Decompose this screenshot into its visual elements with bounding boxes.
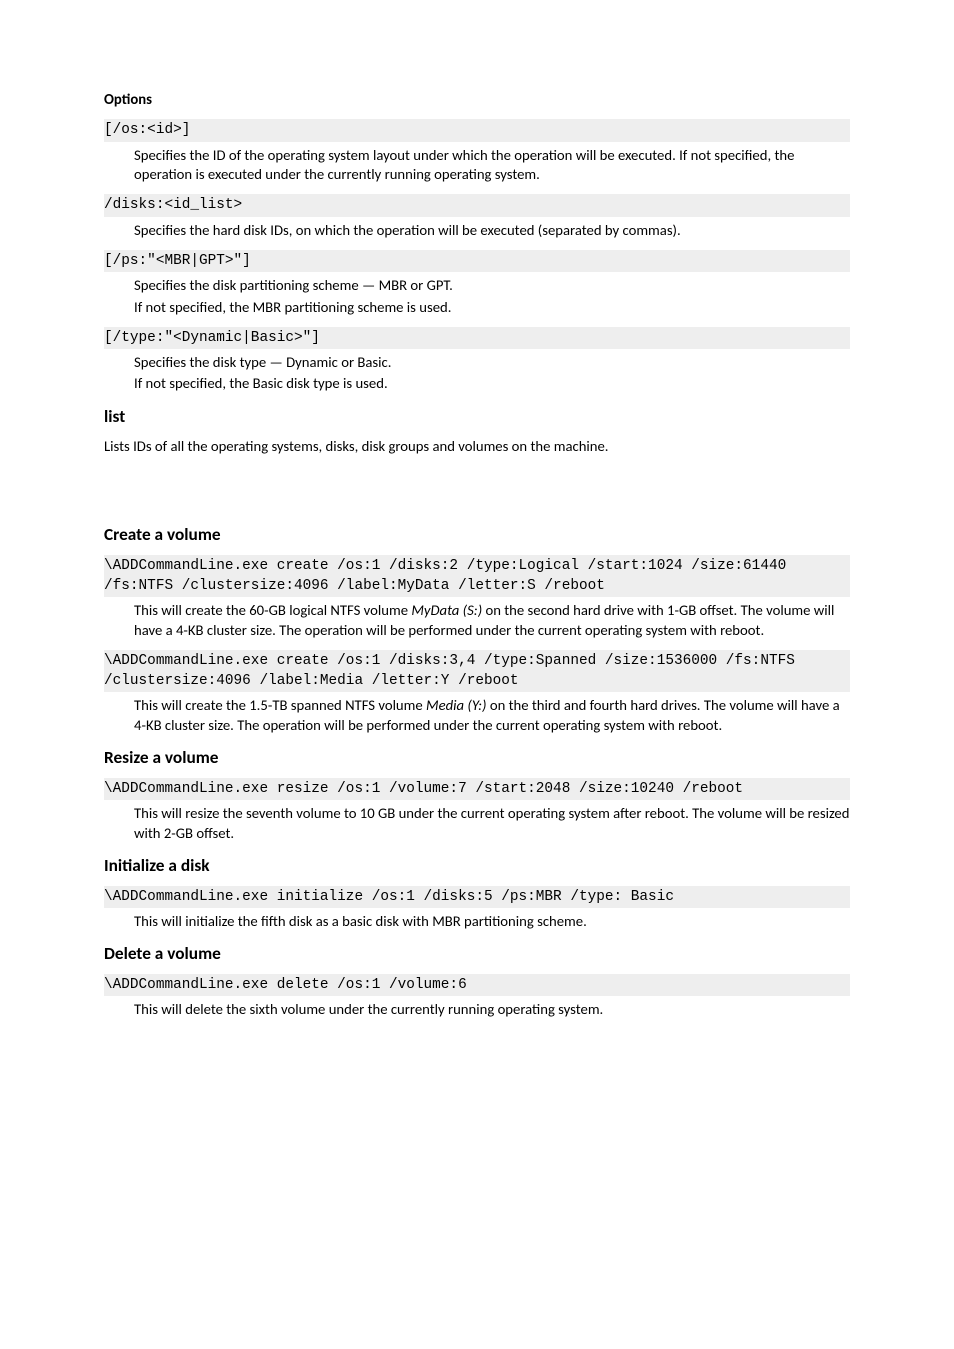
text: Specifies the ID of the operating system… <box>134 146 850 185</box>
text: Specifies the disk partitioning scheme —… <box>134 276 850 295</box>
text: If not specified, the Basic disk type is… <box>134 374 850 393</box>
create-desc-1: This will create the 60-GB logical NTFS … <box>134 601 850 640</box>
option-code-os: [/os:<id>] <box>104 119 850 141</box>
initialize-desc: This will initialize the fifth disk as a… <box>134 912 850 931</box>
create-code-2: \ADDCommandLine.exe create /os:1 /disks:… <box>104 650 850 692</box>
text: This will create the 1.5-TB spanned NTFS… <box>134 696 850 735</box>
create-heading: Create a volume <box>104 524 850 547</box>
resize-desc: This will resize the seventh volume to 1… <box>134 804 850 843</box>
option-code-ps: [/ps:"<MBR|GPT>"] <box>104 250 850 272</box>
list-heading: list <box>104 406 850 429</box>
text: Specifies the hard disk IDs, on which th… <box>134 221 850 240</box>
option-desc-ps: Specifies the disk partitioning scheme —… <box>134 276 850 317</box>
option-desc-disks: Specifies the hard disk IDs, on which th… <box>134 221 850 240</box>
text-em: Media (Y:) <box>426 696 487 714</box>
text: This will create the 60-GB logical NTFS … <box>134 601 850 640</box>
text-pre: This will create the 1.5-TB spanned NTFS… <box>134 696 426 714</box>
text-em: MyData (S:) <box>411 601 482 619</box>
delete-code: \ADDCommandLine.exe delete /os:1 /volume… <box>104 974 850 996</box>
text-pre: This will create the 60-GB logical NTFS … <box>134 601 411 619</box>
option-desc-os: Specifies the ID of the operating system… <box>134 146 850 185</box>
list-body: Lists IDs of all the operating systems, … <box>104 437 850 456</box>
text: This will resize the seventh volume to 1… <box>134 804 850 843</box>
option-code-type: [/type:"<Dynamic|Basic>"] <box>104 327 850 349</box>
option-desc-type: Specifies the disk type — Dynamic or Bas… <box>134 353 850 394</box>
text: Specifies the disk type — Dynamic or Bas… <box>134 353 850 372</box>
delete-heading: Delete a volume <box>104 943 850 966</box>
text: This will initialize the fifth disk as a… <box>134 912 850 931</box>
initialize-code: \ADDCommandLine.exe initialize /os:1 /di… <box>104 886 850 908</box>
text: If not specified, the MBR partitioning s… <box>134 298 850 317</box>
options-heading: Options <box>104 90 850 109</box>
create-desc-2: This will create the 1.5-TB spanned NTFS… <box>134 696 850 735</box>
delete-desc: This will delete the sixth volume under … <box>134 1000 850 1019</box>
resize-code: \ADDCommandLine.exe resize /os:1 /volume… <box>104 778 850 800</box>
initialize-heading: Initialize a disk <box>104 855 850 878</box>
text: This will delete the sixth volume under … <box>134 1000 850 1019</box>
resize-heading: Resize a volume <box>104 747 850 770</box>
option-code-disks: /disks:<id_list> <box>104 194 850 216</box>
create-code-1: \ADDCommandLine.exe create /os:1 /disks:… <box>104 555 850 597</box>
